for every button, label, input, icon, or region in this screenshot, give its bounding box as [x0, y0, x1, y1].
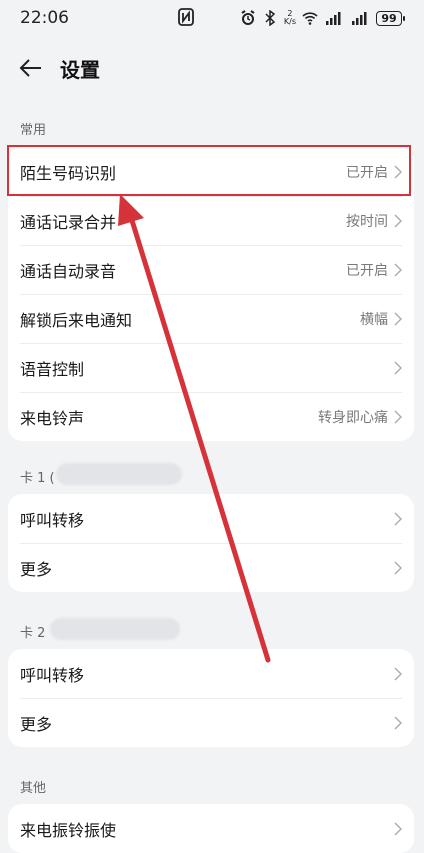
card1-call-forwarding[interactable]: 呼叫转移: [8, 494, 414, 543]
header: 设置: [0, 48, 424, 88]
chevron-right-icon: [394, 361, 402, 374]
chevron-right-icon: [394, 822, 402, 835]
nfc-icon: [178, 8, 194, 26]
chevron-right-icon: [394, 410, 402, 423]
signal-icon-1: [326, 12, 341, 25]
status-time: 22:06: [20, 8, 69, 28]
card2-call-forwarding[interactable]: 呼叫转移: [8, 649, 414, 698]
back-arrow-icon[interactable]: [18, 55, 44, 81]
setting-label: 更多: [20, 714, 53, 734]
redacted-number: [50, 618, 180, 640]
chevron-right-icon: [394, 214, 402, 227]
chevron-right-icon: [394, 312, 402, 325]
chevron-right-icon: [394, 561, 402, 574]
section-label-card2: 卡 2: [20, 626, 46, 641]
setting-unlock-call-notify[interactable]: 解锁后来电通知 横幅: [8, 294, 414, 343]
setting-label: 语音控制: [20, 359, 85, 379]
common-settings-card: 陌生号码识别 已开启 通话记录合并 按时间 通话自动录音 已开启 解锁后来电通知…: [8, 147, 414, 441]
chevron-right-icon: [394, 263, 402, 276]
setting-stranger-number-id[interactable]: 陌生号码识别 已开启: [8, 147, 414, 196]
chevron-right-icon: [394, 165, 402, 178]
other-settings-card: 来电振铃振使: [8, 804, 414, 853]
setting-ringtone[interactable]: 来电铃声 转身即心痛: [8, 392, 414, 441]
alarm-icon: [241, 10, 255, 25]
setting-value: 按时间: [346, 213, 388, 230]
setting-label: 呼叫转移: [20, 665, 85, 685]
setting-label: 更多: [20, 559, 53, 579]
section-label-common: 常用: [20, 123, 47, 138]
setting-auto-record[interactable]: 通话自动录音 已开启: [8, 245, 414, 294]
setting-label: 通话自动录音: [20, 261, 117, 281]
signal-icon-2: [352, 12, 367, 25]
section-label-other: 其他: [20, 781, 47, 796]
setting-label: 解锁后来电通知: [20, 310, 133, 330]
battery-indicator: 99: [376, 10, 405, 26]
setting-label: 呼叫转移: [20, 510, 85, 530]
setting-value: 横幅: [360, 311, 388, 328]
bluetooth-icon: [265, 10, 276, 26]
other-item[interactable]: 来电振铃振使: [8, 804, 414, 853]
section-label-card1: 卡 1 (: [20, 471, 55, 486]
card2-more[interactable]: 更多: [8, 698, 414, 747]
redacted-number: [56, 463, 182, 485]
setting-label: 来电铃声: [20, 408, 85, 428]
setting-label: 陌生号码识别: [20, 163, 117, 183]
network-speed: 2 K/s: [283, 9, 296, 26]
status-icons: 2 K/s 99: [240, 9, 405, 26]
chevron-right-icon: [394, 512, 402, 525]
setting-voice-control[interactable]: 语音控制: [8, 343, 414, 392]
chevron-right-icon: [394, 667, 402, 680]
card1-settings-card: 呼叫转移 更多: [8, 494, 414, 592]
chevron-right-icon: [394, 716, 402, 729]
setting-call-log-merge[interactable]: 通话记录合并 按时间: [8, 196, 414, 245]
setting-value: 已开启: [346, 262, 388, 279]
setting-value: 已开启: [346, 164, 388, 181]
setting-label: 通话记录合并: [20, 212, 117, 232]
wifi-icon: [302, 12, 318, 25]
card2-settings-card: 呼叫转移 更多: [8, 649, 414, 747]
status-bar: 22:06 2 K/s 99: [0, 0, 424, 36]
page-title: 设置: [60, 57, 100, 82]
card1-more[interactable]: 更多: [8, 543, 414, 592]
setting-value: 转身即心痛: [318, 409, 388, 426]
setting-label: 来电振铃振使: [20, 820, 117, 840]
